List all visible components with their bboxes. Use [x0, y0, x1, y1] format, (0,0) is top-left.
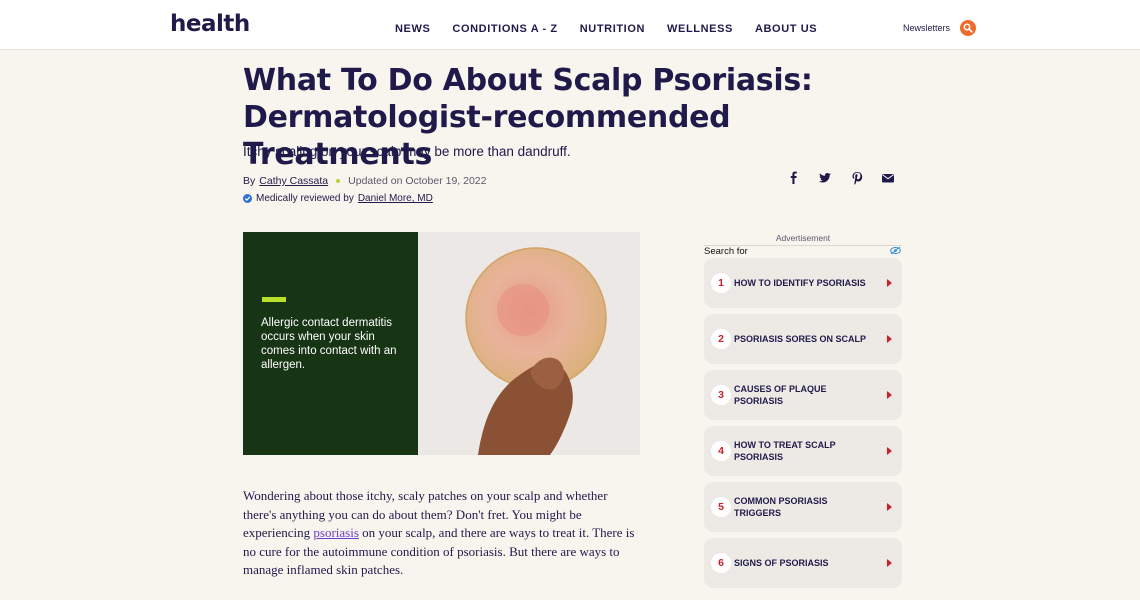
chevron-right-icon [887, 391, 892, 399]
hero-caption-panel: Allergic contact dermatitis occurs when … [243, 232, 418, 455]
site-header: health NEWS CONDITIONS A - Z NUTRITION W… [0, 0, 1140, 50]
skin-patch-drawing [465, 247, 607, 455]
chevron-right-icon [887, 335, 892, 343]
email-icon[interactable] [881, 171, 895, 185]
nav-news[interactable]: NEWS [395, 23, 430, 35]
pinterest-icon[interactable] [850, 171, 864, 185]
caption-accent-bar [262, 297, 286, 302]
item-label: HOW TO TREAT SCALP PSORIASIS [734, 440, 836, 462]
main-nav: NEWS CONDITIONS A - Z NUTRITION WELLNESS… [395, 23, 839, 35]
item-label: COMMON PSORIASIS TRIGGERS [734, 496, 828, 518]
medical-review: Medically reviewed by Daniel More, MD [243, 193, 433, 204]
nav-wellness[interactable]: WELLNESS [667, 23, 733, 35]
search-for-label: Search for [704, 246, 748, 257]
author-link[interactable]: Cathy Cassata [259, 175, 328, 187]
item-label: CAUSES OF PLAQUE PSORIASIS [734, 384, 827, 406]
ad-choices-eye-icon[interactable] [890, 246, 901, 255]
psoriasis-link[interactable]: psoriasis [313, 525, 359, 540]
reviewer-link[interactable]: Daniel More, MD [358, 193, 433, 204]
separator-dot [336, 179, 341, 183]
item-number: 3 [711, 385, 731, 405]
item-label: PSORIASIS SORES ON SCALP [734, 334, 867, 344]
facebook-icon[interactable] [787, 171, 801, 185]
search-item-2[interactable]: 2 PSORIASIS SORES ON SCALP [704, 314, 902, 364]
search-item-5[interactable]: 5 COMMON PSORIASIS TRIGGERS [704, 482, 902, 532]
chevron-right-icon [887, 447, 892, 455]
article-intro-paragraph: Wondering about those itchy, scaly patch… [243, 487, 643, 580]
search-item-1[interactable]: 1 HOW TO IDENTIFY PSORIASIS [704, 258, 902, 308]
search-item-3[interactable]: 3 CAUSES OF PLAQUE PSORIASIS [704, 370, 902, 420]
item-number: 2 [711, 329, 731, 349]
item-number: 6 [711, 553, 731, 573]
verified-check-icon [243, 194, 252, 203]
byline: By Cathy Cassata Updated on October 19, … [243, 175, 487, 187]
search-item-4[interactable]: 4 HOW TO TREAT SCALP PSORIASIS [704, 426, 902, 476]
updated-date: Updated on October 19, 2022 [348, 175, 487, 187]
chevron-right-icon [887, 279, 892, 287]
search-button[interactable] [960, 20, 976, 36]
nav-about-us[interactable]: ABOUT US [755, 23, 817, 35]
article-subtitle: Itchy scaling on your scalp may be more … [243, 144, 571, 159]
search-icon [963, 23, 973, 33]
twitter-icon[interactable] [818, 171, 832, 185]
item-number: 5 [711, 497, 731, 517]
search-item-6[interactable]: 6 SIGNS OF PSORIASIS [704, 538, 902, 588]
reviewed-prefix: Medically reviewed by [256, 193, 354, 204]
byline-prefix: By [243, 175, 256, 187]
nav-conditions[interactable]: CONDITIONS A - Z [452, 23, 557, 35]
chevron-right-icon [887, 503, 892, 511]
site-logo[interactable]: health [170, 11, 250, 37]
item-label: HOW TO IDENTIFY PSORIASIS [734, 278, 866, 288]
sponsored-search-list: 1 HOW TO IDENTIFY PSORIASIS 2 PSORIASIS … [704, 258, 902, 594]
newsletters-link[interactable]: Newsletters [903, 23, 950, 33]
item-number: 1 [711, 273, 731, 293]
item-label: SIGNS OF PSORIASIS [734, 558, 829, 568]
nav-nutrition[interactable]: NUTRITION [580, 23, 645, 35]
hero-caption: Allergic contact dermatitis occurs when … [261, 317, 397, 371]
hero-image[interactable]: Allergic contact dermatitis occurs when … [243, 232, 640, 455]
item-number: 4 [711, 441, 731, 461]
advertisement-label: Advertisement [775, 233, 831, 243]
hero-illustration [418, 232, 640, 455]
chevron-right-icon [887, 559, 892, 567]
